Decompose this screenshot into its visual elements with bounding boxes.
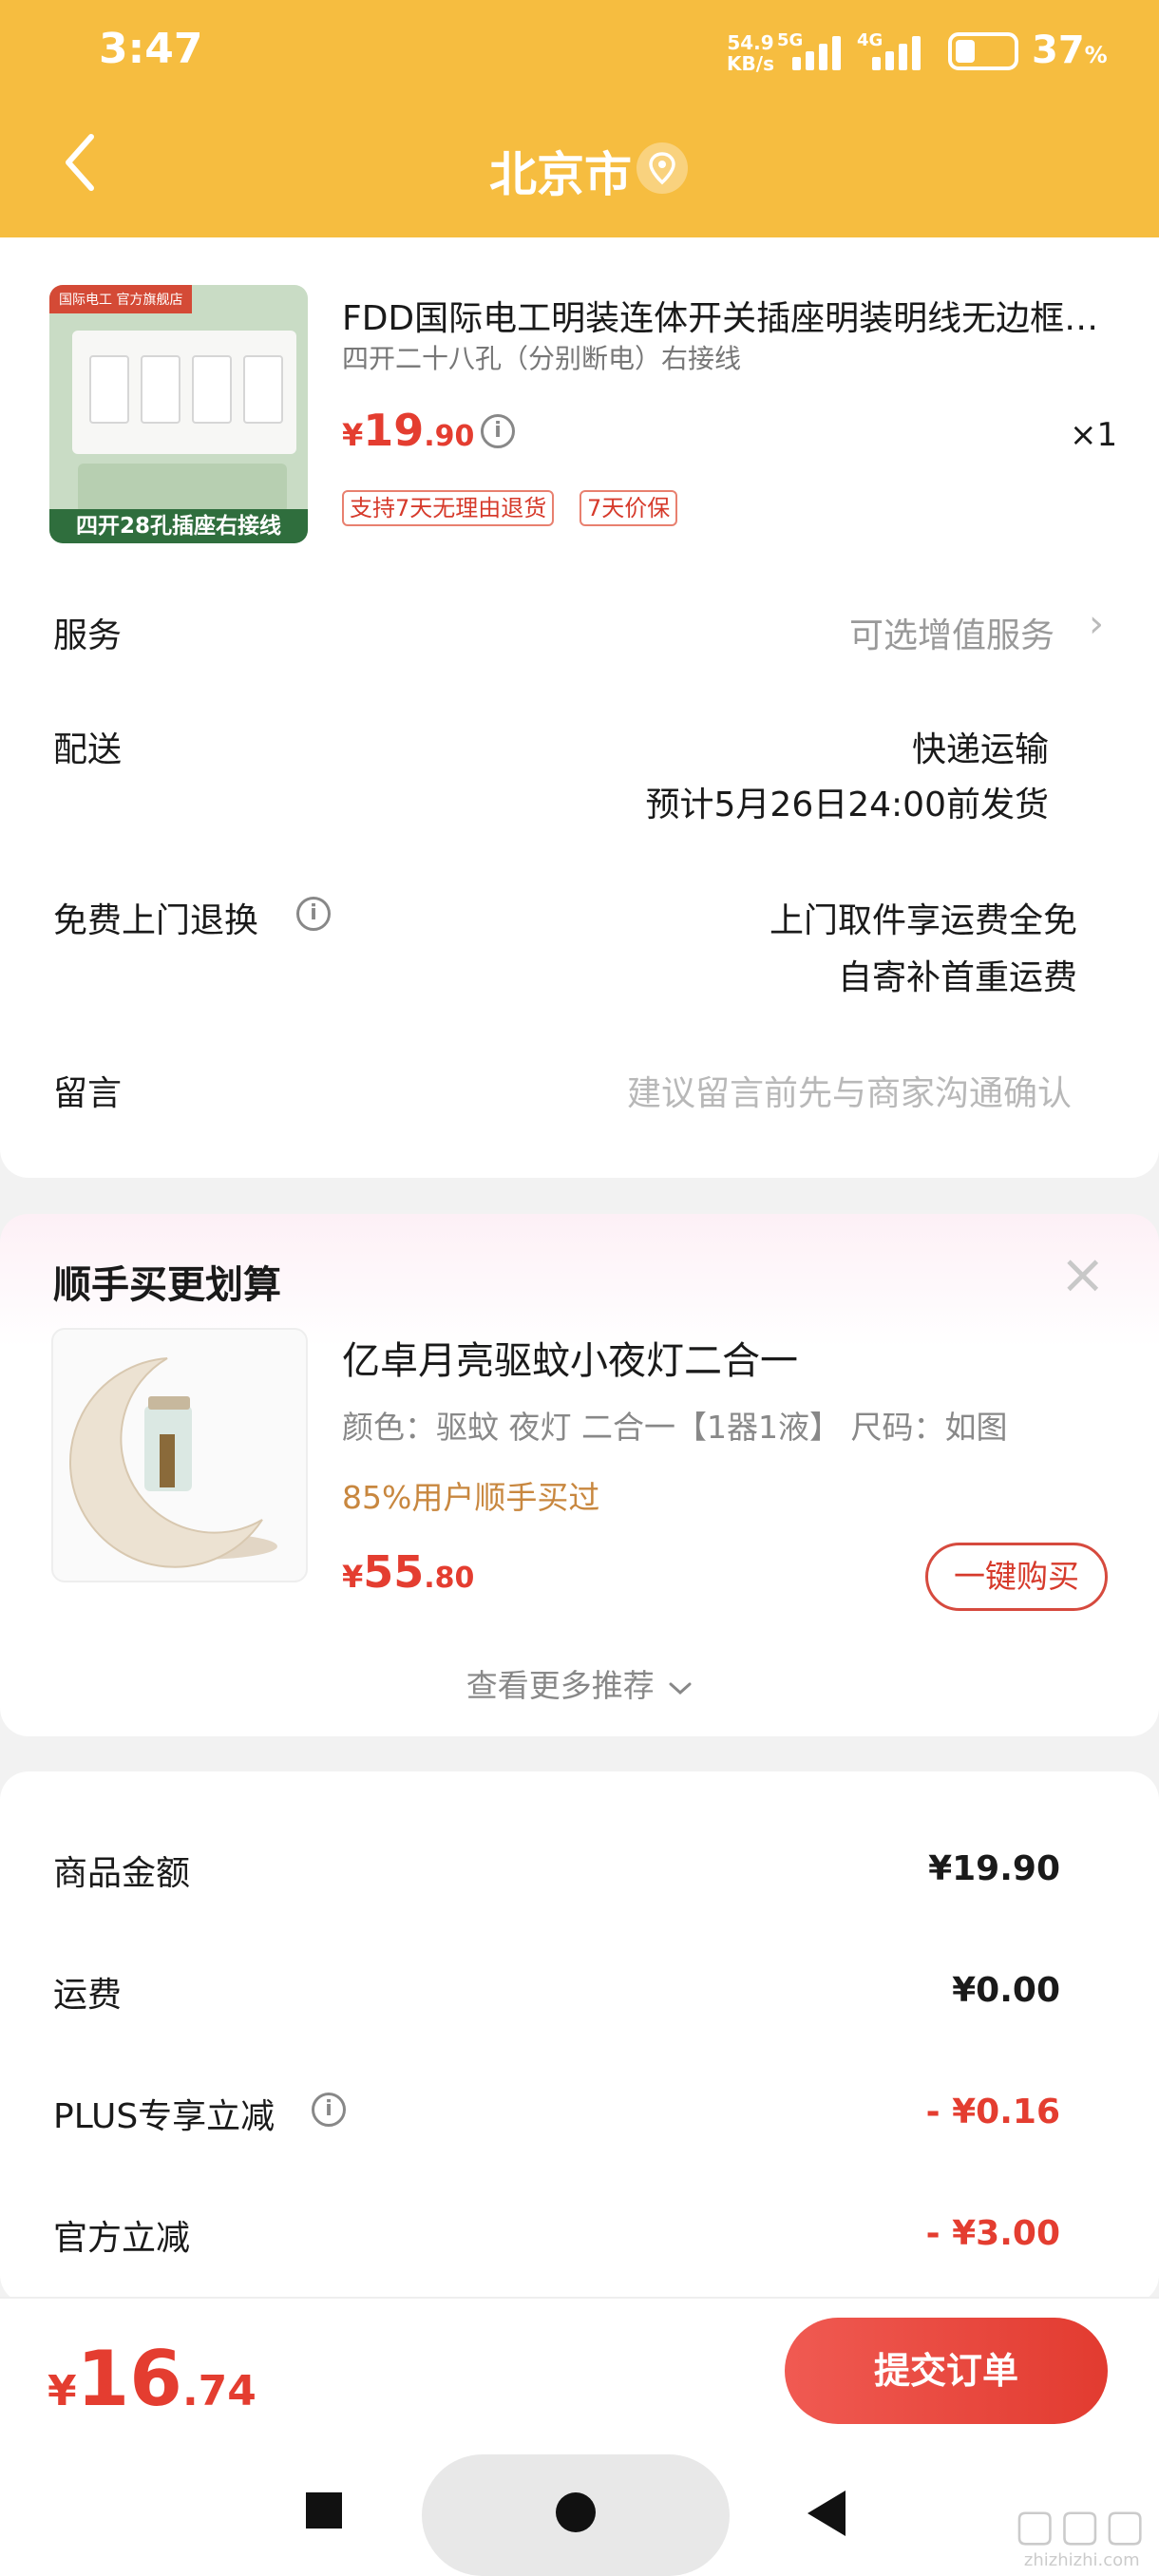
product-price: ¥19.90 [342, 405, 475, 456]
plus-info-icon[interactable]: i [312, 2093, 346, 2127]
shipping-fee-value: ¥0.00 [952, 1971, 1060, 2010]
price-protect-tag: 7天价保 [580, 490, 678, 526]
delivery-label: 配送 [53, 730, 123, 769]
product-image-caption: 四开28孔插座右接线 [49, 509, 308, 543]
product-image-badge: 国际电工 官方旗舰店 [49, 285, 193, 313]
recents-icon[interactable] [306, 2492, 342, 2529]
free-return-label: 免费上门退换 [53, 901, 259, 940]
battery-icon [948, 32, 1018, 70]
nav-bar: 北京市 [0, 104, 1159, 237]
back-triangle-icon[interactable] [808, 2491, 846, 2536]
recommend-product-price: ¥55.80 [342, 1546, 475, 1598]
status-time: 3:47 [99, 25, 203, 73]
official-discount-value: - ¥3.00 [925, 2214, 1060, 2253]
page-title: 北京市 [489, 147, 632, 202]
watermark: ▢▢▢ zhizhizhi.com [1014, 2499, 1150, 2570]
system-nav-bar: ▢▢▢ zhizhizhi.com [0, 2439, 1159, 2576]
see-more-recommend[interactable]: 查看更多推荐 [0, 1660, 1159, 1706]
plus-discount-value: - ¥0.16 [925, 2093, 1060, 2131]
watermark-logo-icon: ▢▢▢ [1014, 2499, 1150, 2550]
header: 3:47 54.9 KB/s 5G 4G 37% 北京市 [0, 0, 1159, 237]
order-product-card: 国际电工 官方旗舰店 四开28孔插座右接线 FDD国际电工明装连体开关插座明装明… [0, 237, 1159, 1178]
return-value-self: 自寄补首重运费 [837, 958, 1077, 997]
chevron-down-icon [668, 1667, 693, 1704]
product-quantity: ×1 [1070, 416, 1118, 454]
close-icon[interactable]: × [1059, 1246, 1106, 1301]
product-image[interactable]: 国际电工 官方旗舰店 四开28孔插座右接线 [49, 285, 308, 543]
price-info-icon[interactable]: i [481, 414, 515, 448]
signal-5g-icon: 5G [777, 30, 853, 72]
home-icon[interactable] [556, 2492, 596, 2532]
one-click-buy-button[interactable]: 一键购买 [925, 1543, 1108, 1611]
network-speed: 54.9 KB/s [722, 32, 779, 74]
location-pin-icon[interactable] [636, 142, 688, 194]
product-title[interactable]: FDD国际电工明装连体开关插座明装明线无边框四开二十八孔 [342, 291, 1102, 340]
recommend-product-image[interactable] [51, 1328, 308, 1582]
delivery-estimate[interactable]: 预计5月26日24:00前发货 [646, 777, 1049, 826]
network-speed-unit: KB/s [727, 52, 774, 75]
return-policy-tag: 支持7天无理由退货 [342, 490, 555, 526]
product-spec[interactable]: 四开二十八孔（分别断电）右接线 [342, 338, 741, 376]
total-price: ¥16.74 [48, 2335, 256, 2423]
network-speed-value: 54.9 [727, 31, 774, 54]
plus-discount-label: PLUS专享立减 [53, 2097, 276, 2136]
submit-order-button[interactable]: 提交订单 [785, 2318, 1108, 2424]
items-amount-label: 商品金额 [53, 1854, 191, 1893]
return-info-icon[interactable]: i [296, 897, 331, 931]
recommend-card: 顺手买更划算 × 亿卓月亮驱蚊小夜灯二合一 颜色：驱蚊 夜灯 二合一【1器1液】… [0, 1214, 1159, 1736]
items-amount-value: ¥19.90 [928, 1849, 1060, 1888]
recommend-product-name[interactable]: 亿卓月亮驱蚊小夜灯二合一 [342, 1330, 798, 1385]
signal-4g-icon: 4G [857, 30, 933, 72]
checkout-bar: ¥16.74 提交订单 [0, 2297, 1159, 2439]
recommend-bought-rate: 85%用户顺手买过 [342, 1479, 600, 1516]
recommend-title: 顺手买更划算 [53, 1263, 281, 1307]
chevron-right-icon[interactable]: › [1089, 602, 1104, 646]
status-bar: 3:47 54.9 KB/s 5G 4G 37% [0, 0, 1159, 104]
message-input[interactable]: 建议留言前先与商家沟通确认 [627, 1066, 1072, 1115]
delivery-method[interactable]: 快递运输 [912, 722, 1049, 771]
recommend-product-spec: 颜色：驱蚊 夜灯 二合一【1器1液】 尺码：如图 [342, 1409, 1008, 1446]
service-label: 服务 [53, 616, 123, 655]
battery-percentage: 37% [1032, 28, 1108, 72]
message-label: 留言 [53, 1074, 123, 1113]
return-value-pickup: 上门取件享运费全免 [769, 901, 1077, 940]
price-summary-card: 商品金额 ¥19.90 运费 ¥0.00 PLUS专享立减 i - ¥0.16 … [0, 1771, 1159, 2303]
shipping-fee-label: 运费 [53, 1976, 123, 2015]
service-value[interactable]: 可选增值服务 [849, 608, 1054, 657]
official-discount-label: 官方立减 [53, 2219, 191, 2258]
